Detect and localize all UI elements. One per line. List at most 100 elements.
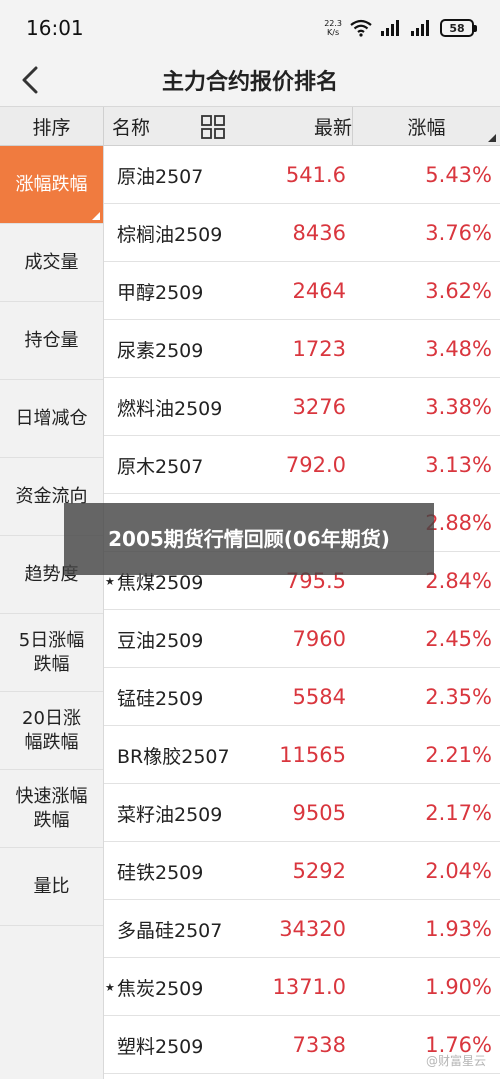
battery-icon: 58 xyxy=(440,19,477,37)
contract-name: 甲醇2509 xyxy=(117,281,204,304)
table-row[interactable]: 原油2507 541.6 5.43% xyxy=(104,146,500,204)
table-row[interactable]: 菜籽油2509 9505 2.17% xyxy=(104,784,500,842)
latest-price: 9505 xyxy=(292,801,346,825)
latest-price: 3276 xyxy=(292,395,346,419)
latest-header[interactable]: 最新 xyxy=(260,107,352,146)
sort-header: 排序 xyxy=(0,107,104,146)
sidebar-item-label: 涨幅跌幅 xyxy=(15,173,88,195)
change-percent: 2.35% xyxy=(425,685,492,709)
page-title: 主力合约报价排名 xyxy=(161,70,338,95)
network-speed-unit: K/s xyxy=(327,28,340,37)
wifi-icon xyxy=(350,19,372,37)
latest-price: 7960 xyxy=(292,627,346,651)
overlay-title: 2005期货行情回顾(06年期货) xyxy=(108,527,390,551)
signal-icon-2 xyxy=(411,20,429,36)
title-bar: 主力合约报价排名 xyxy=(0,56,500,106)
table-row[interactable]: BR橡胶2507 11565 2.21% xyxy=(104,726,500,784)
sidebar-item-label: 5日涨幅 跌幅 xyxy=(18,629,85,675)
latest-price: 541.6 xyxy=(285,163,346,187)
change-percent: 3.13% xyxy=(425,453,492,477)
table-row[interactable]: 锰硅2509 5584 2.35% xyxy=(104,668,500,726)
latest-price: 1371.0 xyxy=(272,975,346,999)
name-header[interactable]: 名称 xyxy=(112,107,150,146)
change-percent: 2.88% xyxy=(425,511,492,535)
table-row[interactable]: 豆油2509 7960 2.45% xyxy=(104,610,500,668)
status-time: 16:01 xyxy=(26,16,84,40)
change-percent: 5.43% xyxy=(425,163,492,187)
contract-name: 多晶硅2507 xyxy=(117,919,223,942)
change-percent: 2.04% xyxy=(425,859,492,883)
change-percent: 1.90% xyxy=(425,975,492,999)
contract-name: 菜籽油2509 xyxy=(117,803,223,826)
contract-name: 原油2507 xyxy=(117,165,204,188)
table-row[interactable]: 棕榈油2509 8436 3.76% xyxy=(104,204,500,262)
signal-icon-1 xyxy=(381,20,399,36)
latest-price: 5584 xyxy=(292,685,346,709)
contract-name: 燃料油2509 xyxy=(117,397,223,420)
latest-price: 1723 xyxy=(292,337,346,361)
latest-price: 2464 xyxy=(292,279,346,303)
article-title-overlay: 2005期货行情回顾(06年期货) xyxy=(64,503,434,575)
sidebar-item[interactable]: 快速涨幅 跌幅 xyxy=(0,770,103,848)
change-percent: 2.84% xyxy=(425,569,492,593)
contract-name: 硅铁2509 xyxy=(117,861,204,884)
change-header[interactable]: 涨幅 xyxy=(352,107,500,146)
quote-table: 原油2507 541.6 5.43% 棕榈油2509 8436 3.76% 甲醇2509 24… xyxy=(104,146,500,1079)
sidebar-item[interactable]: 持仓量 xyxy=(0,302,103,380)
sidebar-item-label: 量比 xyxy=(33,875,70,897)
contract-name: 锰硅2509 xyxy=(117,687,204,710)
network-speed: 22.3 K/s xyxy=(324,19,342,37)
table-row[interactable]: 甲醇2509 2464 3.62% xyxy=(104,262,500,320)
change-percent: 3.62% xyxy=(425,279,492,303)
latest-price: 5292 xyxy=(292,859,346,883)
change-percent: 2.21% xyxy=(425,743,492,767)
table-row[interactable]: 燃料油2509 3276 3.38% xyxy=(104,378,500,436)
change-percent: 3.48% xyxy=(425,337,492,361)
contract-name: 棕榈油2509 xyxy=(117,223,223,246)
latest-price: 792.0 xyxy=(285,453,346,477)
change-percent: 1.93% xyxy=(425,917,492,941)
sidebar-item[interactable]: 量比 xyxy=(0,848,103,926)
table-row[interactable]: 原木2507 792.0 3.13% xyxy=(104,436,500,494)
sidebar-item-label: 持仓量 xyxy=(24,329,79,351)
status-icons: 22.3 K/s 58 xyxy=(324,14,477,42)
sidebar-item[interactable]: 日增减仓 xyxy=(0,380,103,458)
star-icon: ★ xyxy=(105,980,115,994)
change-percent: 3.38% xyxy=(425,395,492,419)
change-percent: 3.76% xyxy=(425,221,492,245)
watermark: @财富星云 xyxy=(425,1054,486,1068)
latest-price: 34320 xyxy=(279,917,346,941)
latest-price: 7338 xyxy=(292,1033,346,1057)
contract-name: 豆油2509 xyxy=(117,629,204,652)
contract-name: BR橡胶2507 xyxy=(117,745,230,768)
table-row[interactable]: 尿素2509 1723 3.48% xyxy=(104,320,500,378)
sidebar-item[interactable]: 成交量 xyxy=(0,224,103,302)
status-bar: 16:01 22.3 K/s 58 xyxy=(0,0,500,56)
sidebar-item[interactable]: 20日涨 幅跌幅 xyxy=(0,692,103,770)
sidebar-item-label: 成交量 xyxy=(24,251,79,273)
battery-level: 58 xyxy=(449,21,465,35)
sidebar-item-label: 日增减仓 xyxy=(15,407,88,429)
contract-name: 原木2507 xyxy=(117,455,204,478)
contract-name: 焦炭2509 xyxy=(117,977,204,1000)
latest-price: 8436 xyxy=(292,221,346,245)
sidebar: 涨幅跌幅 成交量 持仓量 日增减仓 资金流向 趋势度 5日涨幅 跌幅 20日涨 幅跌幅 快速涨幅… xyxy=(0,146,104,1079)
sidebar-item-label: 20日涨 幅跌幅 xyxy=(22,707,81,753)
contract-name: 尿素2509 xyxy=(117,339,204,362)
change-percent: 2.17% xyxy=(425,801,492,825)
change-percent: 2.45% xyxy=(425,627,492,651)
latest-price: 11565 xyxy=(279,743,346,767)
table-row[interactable]: ★ 焦炭2509 1371.0 1.90% xyxy=(104,958,500,1016)
network-speed-value: 22.3 xyxy=(324,19,342,28)
contract-name: 塑料2509 xyxy=(117,1035,204,1058)
change-header-label: 涨幅 xyxy=(407,117,446,139)
table-row[interactable]: 硅铁2509 5292 2.04% xyxy=(104,842,500,900)
sidebar-item-label: 快速涨幅 跌幅 xyxy=(15,785,88,831)
table-header: 排序 名称 最新 涨幅 xyxy=(0,106,500,146)
table-row[interactable]: 多晶硅2507 34320 1.93% xyxy=(104,900,500,958)
grid-icon[interactable] xyxy=(200,114,226,140)
sidebar-item[interactable]: 5日涨幅 跌幅 xyxy=(0,614,103,692)
sidebar-item[interactable]: 涨幅跌幅 xyxy=(0,146,103,224)
sort-triangle-icon xyxy=(488,134,496,142)
corner-triangle-icon xyxy=(92,212,100,220)
